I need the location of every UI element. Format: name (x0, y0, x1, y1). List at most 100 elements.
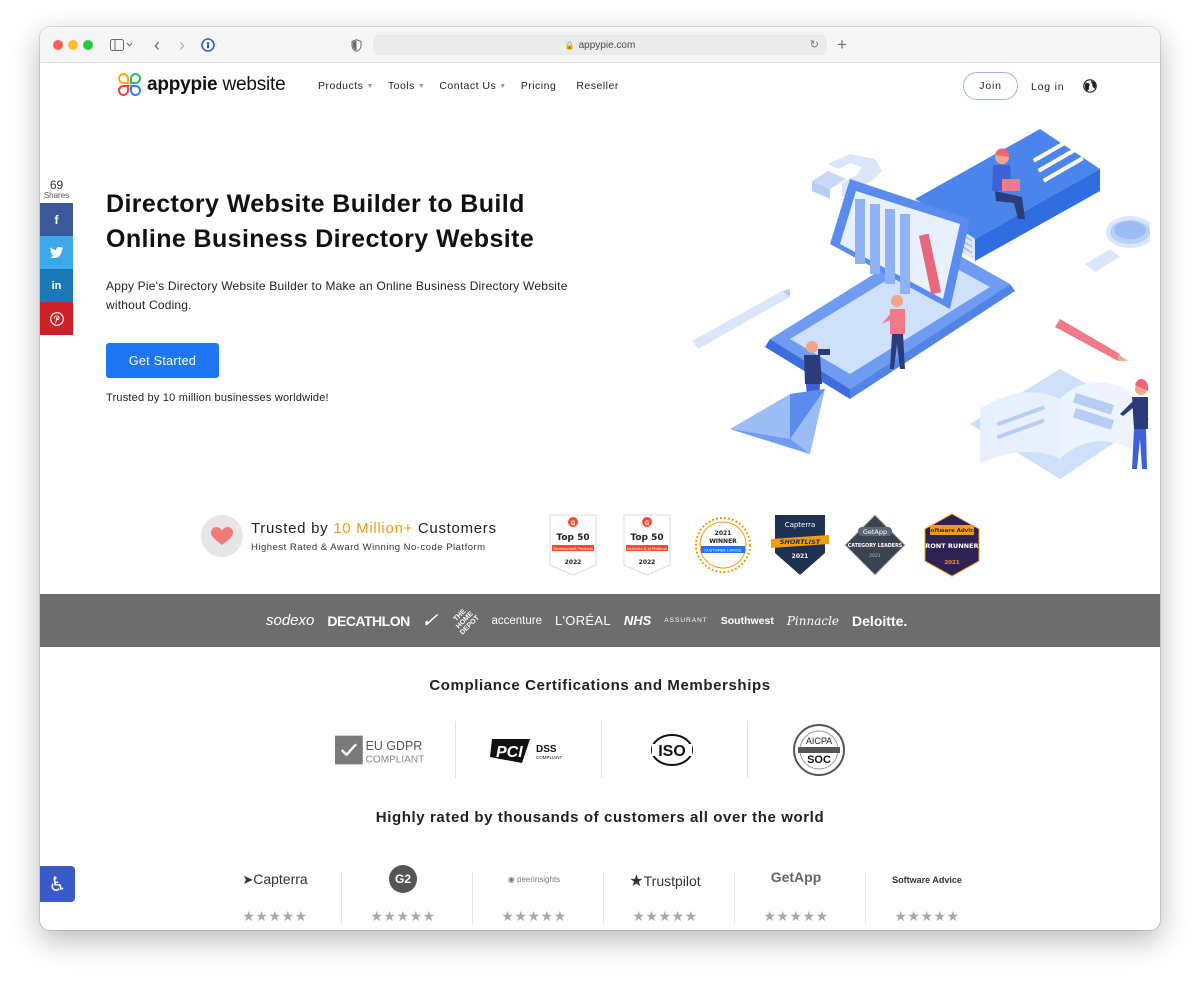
accessibility-icon: ♿ (48, 873, 67, 896)
chevron-down-icon: ▼ (417, 82, 426, 90)
nav-pricing[interactable]: Pricing (521, 80, 557, 92)
logo-website: website (217, 74, 286, 95)
getapp-leaders-badge: GetApp CATEGORY LEADERS 2021 (844, 514, 906, 576)
capterra-logo: ➤Capterra (210, 871, 340, 888)
svg-text:G: G (645, 520, 650, 527)
badge-6-year: 2021 (944, 560, 959, 566)
nhs-logo: NHS (623, 613, 652, 628)
back-button[interactable]: ‹ (151, 35, 163, 55)
url-text: appypie.com (578, 39, 636, 51)
capterra-shortlist-badge: Capterra SHORTLIST 2021 (771, 515, 829, 575)
pinnacle-logo: Pinnacle (786, 613, 840, 628)
review-software-advice[interactable]: Software Advice ★★★★★ (862, 865, 992, 925)
badge-3-year: 2021 (715, 530, 732, 537)
gartner-name: peerinsights (517, 875, 561, 884)
badge-4-top: Capterra (785, 521, 816, 529)
nav-products[interactable]: Products ▼ (318, 80, 374, 92)
review-trustpilot[interactable]: ★Trustpilot ★★★★★ (600, 865, 730, 925)
badge-6-top: Software Advice (927, 528, 978, 534)
badge-3-label: CUSTOMER CHOICE (704, 548, 742, 553)
reload-icon[interactable]: ↻ (810, 38, 819, 51)
trusted-title-post: Customers (413, 520, 497, 537)
capterra-arrow-icon: ➤ (242, 872, 254, 887)
g2-name: G2 (389, 865, 417, 893)
badge-5-top: GetApp (863, 528, 887, 536)
twitter-share-button[interactable] (40, 236, 73, 269)
review-getapp[interactable]: GetApp ★★★★★ (731, 865, 861, 925)
iso-text: ISO (658, 743, 686, 760)
heart-badge (201, 515, 243, 557)
join-button[interactable]: Join (963, 72, 1018, 100)
badge-6-mid: FRONT RUNNERS (921, 542, 984, 550)
badge-1-year: 2022 (565, 559, 582, 566)
g2-top50-dev-badge: G Top 50 Development Products 2022 (549, 514, 597, 576)
hero-subtitle: Appy Pie's Directory Website Builder to … (106, 279, 568, 312)
heart-icon (211, 526, 233, 545)
front-runners-badge: Software Advice FRONT RUNNERS 2021 (921, 513, 984, 577)
award-badges: G Top 50 Development Products 2022 G Top… (549, 513, 984, 577)
chevron-down-icon: ▼ (499, 82, 507, 90)
nav-reseller[interactable]: Reseller (576, 80, 619, 92)
linkedin-icon: in (51, 279, 62, 292)
privacy-shield-icon[interactable] (349, 36, 363, 54)
star-icon: ★ (629, 873, 644, 890)
nav-contact-us[interactable]: Contact Us ▼ (439, 80, 506, 92)
rating-stars: ★★★★★ (501, 908, 567, 924)
facebook-icon: f (54, 212, 59, 227)
globe-icon[interactable] (1083, 79, 1097, 93)
nike-logo: ✓ (418, 610, 444, 632)
trustpilot-name: Trustpilot (643, 873, 701, 889)
pinterest-share-button[interactable] (40, 302, 73, 335)
sodexo-logo: sodexo (266, 612, 315, 629)
magnifier-illustration (1085, 216, 1150, 272)
sidebar-toggle-icon[interactable] (108, 36, 134, 54)
svg-text:G: G (571, 520, 576, 527)
minimize-window-button[interactable] (68, 40, 78, 50)
hero-trust-line: Trusted by 10 million businesses worldwi… (106, 392, 329, 404)
accenture-logo: accenture (491, 614, 542, 627)
linkedin-share-button[interactable]: in (40, 269, 73, 302)
login-link[interactable]: Log in (1031, 81, 1064, 93)
badge-5-year: 2021 (869, 553, 881, 559)
review-gartner[interactable]: ◉ peerinsights ★★★★★ (469, 865, 599, 925)
browser-window: ‹ › 🔒 appypie.com ↻ + appypie website Pr… (40, 27, 1160, 930)
appypie-logo[interactable]: appypie website (118, 73, 286, 97)
address-bar[interactable]: 🔒 appypie.com ↻ (373, 35, 827, 55)
pci-dss-cert: PCI DSS COMPLIANT (490, 723, 564, 777)
loreal-logo: L'ORÉAL (555, 613, 611, 628)
password-manager-icon[interactable] (200, 36, 216, 54)
nav-contact-label: Contact Us (439, 80, 497, 92)
twitter-icon (50, 247, 63, 258)
logo-text: appypie website (147, 74, 286, 96)
hero-title: Directory Website Builder to Build Onlin… (106, 190, 535, 253)
badge-4-year: 2021 (792, 553, 809, 560)
pci-dss-logo: PCI DSS COMPLIANT (490, 739, 563, 763)
nav-products-label: Products (318, 80, 364, 92)
accessibility-button[interactable]: ♿ (40, 866, 75, 902)
get-started-button[interactable]: Get Started (106, 343, 219, 378)
zoom-window-button[interactable] (83, 40, 93, 50)
hero-illustration (692, 129, 1150, 479)
close-window-button[interactable] (53, 40, 63, 50)
nav-tools[interactable]: Tools ▼ (388, 80, 425, 92)
gartner-eye-icon: ◉ (507, 875, 518, 884)
nav-pricing-label: Pricing (520, 80, 557, 92)
iso-cert: ISO (647, 723, 697, 777)
nav-tools-label: Tools (387, 80, 415, 92)
new-tab-button[interactable]: + (835, 35, 849, 54)
main-menu: Products ▼ Tools ▼ Contact Us ▼ Pricing Res… (318, 80, 633, 92)
client-logos-band: sodexo DECATHLON ✓ THE HOME DEPOT accent… (40, 594, 1160, 647)
review-g2[interactable]: G2 ★★★★★ (338, 865, 468, 925)
divider (747, 721, 748, 778)
facebook-share-button[interactable]: f (40, 203, 73, 236)
client-logos: sodexo DECATHLON ✓ THE HOME DEPOT accent… (266, 594, 920, 647)
badge-2-top: Top 50 (630, 533, 663, 543)
pci-line1: DSS (536, 744, 557, 755)
forward-button[interactable]: › (176, 35, 188, 55)
paper-plane-illustration (730, 389, 825, 454)
review-capterra[interactable]: ➤Capterra ★★★★★ (210, 865, 340, 925)
rating-stars: ★★★★★ (632, 908, 698, 924)
browser-toolbar: ‹ › 🔒 appypie.com ↻ + (40, 27, 1160, 63)
lock-icon: 🔒 (564, 40, 575, 50)
gdpr-cert: EU GDPR COMPLIANT (335, 723, 425, 777)
